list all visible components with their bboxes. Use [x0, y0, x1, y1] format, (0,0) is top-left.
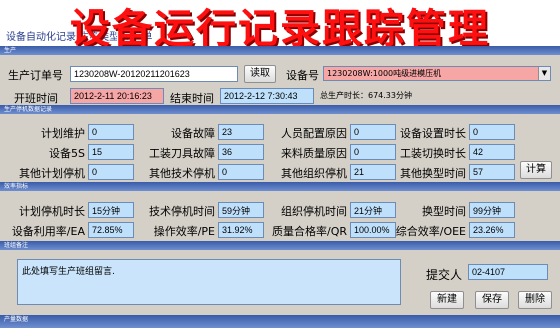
downtime-field-2-1[interactable]: [88, 144, 134, 160]
downtime-label-1-2: 设备故障: [171, 127, 215, 140]
indicator-field-2-2[interactable]: [218, 222, 264, 238]
save-button[interactable]: 保存: [475, 291, 509, 309]
indicator-label-2-4: 综合效率/OEE: [395, 225, 466, 238]
downtime-label-1-1: 计划维护: [41, 127, 85, 140]
shift-start-label: 开班时间: [14, 92, 58, 105]
downtime-field-1-1[interactable]: [88, 124, 134, 140]
strip-indicators-label: 效率指标: [4, 183, 29, 190]
indicator-label-1-3: 组织停机时间: [281, 205, 347, 218]
indicator-field-2-4[interactable]: [469, 222, 515, 238]
title-banner: 设备自动化记录 生产类型 生产单 设备运行记录跟踪管理: [0, 0, 560, 46]
indicator-label-1-1: 计划停机时长: [19, 205, 85, 218]
read-button[interactable]: 读取: [244, 65, 276, 83]
order-number-label: 生产订单号: [8, 69, 63, 82]
shift-end-label: 结束时间: [170, 92, 214, 105]
indicator-field-1-4[interactable]: [469, 202, 515, 218]
indicator-field-2-3[interactable]: [350, 222, 396, 238]
indicator-field-2-1[interactable]: [88, 222, 134, 238]
downtime-label-2-2: 工装刀具故障: [149, 147, 215, 160]
indicator-label-2-2: 操作效率/PE: [153, 225, 215, 238]
downtime-field-1-3[interactable]: [350, 124, 396, 140]
downtime-field-3-4[interactable]: [469, 164, 515, 180]
downtime-field-3-1[interactable]: [88, 164, 134, 180]
strip-bottom-label: 产量数据: [4, 316, 29, 323]
downtime-label-2-1: 设备5S: [49, 147, 85, 160]
new-button[interactable]: 新建: [430, 291, 464, 309]
strip-header-label: 生产: [4, 47, 17, 54]
indicator-field-1-1[interactable]: [88, 202, 134, 218]
downtime-label-2-3: 来料质量原因: [281, 147, 347, 160]
downtime-field-2-4[interactable]: [469, 144, 515, 160]
indicator-label-2-3: 质量合格率/QR: [271, 225, 347, 238]
delete-button[interactable]: 删除: [518, 291, 552, 309]
comment-text: 此处填写生产班组留言.: [22, 267, 115, 277]
downtime-field-2-3[interactable]: [350, 144, 396, 160]
indicator-label-1-4: 换型时间: [422, 205, 466, 218]
section-strip-bottom: 产量数据: [0, 315, 560, 328]
strip-comment-label: 班组备注: [4, 242, 29, 249]
downtime-field-3-2[interactable]: [218, 164, 264, 180]
downtime-field-1-2[interactable]: [218, 124, 264, 140]
section-strip-header: 生产: [0, 46, 560, 55]
downtime-label-3-4: 其他换型时间: [400, 167, 466, 180]
submitter-label: 提交人: [426, 268, 463, 282]
section-strip-comment: 班组备注: [0, 241, 560, 250]
order-number-field[interactable]: [70, 66, 238, 82]
downtime-field-3-3[interactable]: [350, 164, 396, 180]
downtime-field-2-2[interactable]: [218, 144, 264, 160]
comment-textarea[interactable]: 此处填写生产班组留言.: [17, 259, 401, 305]
chevron-down-icon[interactable]: ▼: [538, 67, 550, 80]
downtime-field-1-4[interactable]: [469, 124, 515, 140]
calculate-button[interactable]: 计算: [520, 161, 552, 179]
strip-downtime-label: 生产停机数据记录: [4, 106, 53, 113]
downtime-label-3-1: 其他计划停机: [19, 167, 85, 180]
section-strip-downtime: 生产停机数据记录: [0, 105, 560, 114]
section-strip-indicators: 效率指标: [0, 182, 560, 191]
banner-title: 设备运行记录跟踪管理: [70, 6, 490, 46]
indicator-field-1-2[interactable]: [218, 202, 264, 218]
downtime-label-1-3: 人员配置原因: [281, 127, 347, 140]
total-production-time: 总生产时长：674.33分钟: [320, 91, 412, 100]
device-label: 设备号: [286, 69, 319, 82]
shift-end-field[interactable]: [220, 88, 314, 104]
indicator-label-2-1: 设备利用率/EA: [11, 225, 85, 238]
indicator-label-1-2: 技术停机时间: [149, 205, 215, 218]
device-select-value: 1230208W:1000吨级进模压机: [327, 69, 442, 78]
shift-start-field[interactable]: [70, 88, 164, 104]
device-select[interactable]: 1230208W:1000吨级进模压机 ▼: [323, 66, 551, 81]
downtime-label-3-3: 其他组织停机: [281, 167, 347, 180]
indicator-field-1-3[interactable]: [350, 202, 396, 218]
downtime-label-1-4: 设备设置时长: [400, 127, 466, 140]
submitter-field[interactable]: [468, 264, 548, 280]
downtime-label-2-4: 工装切换时长: [400, 147, 466, 160]
downtime-label-3-2: 其他技术停机: [149, 167, 215, 180]
